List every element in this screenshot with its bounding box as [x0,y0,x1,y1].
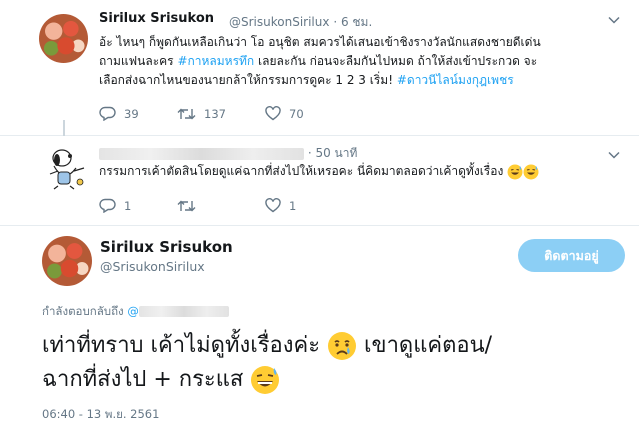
tweet-2[interactable]: · 50 นาที กรรมการเค้าตัดสินโดยดูแค่ฉากที… [0,136,639,226]
retweet-icon [177,108,196,119]
hashtag-link[interactable]: #กาหลมหรทึก [177,54,254,68]
retweet-count: 137 [204,106,226,121]
following-button[interactable]: ติดตามอยู่ [518,239,625,272]
like-icon [265,198,281,213]
redacted-name [99,147,304,160]
tweet-author-name[interactable]: Sirilux Srisukon [100,238,233,256]
replying-to-link[interactable]: @ [127,304,229,318]
retweet-button[interactable] [177,199,265,213]
tweet-text-segment: ถามแฟนละคร [99,54,178,68]
tweet-text-line: เท่าที่ทราบ เค้าไม่ดูทั้งเรื่องค่ะ เขาดู… [42,329,622,363]
tweet-text-line: อ้ะ ไหนๆ ก็พูดกันเหลือเกินว่า โอ อนุชิต … [99,35,541,49]
tweet-text-segment: เท่าที่ทราบ เค้าไม่ดูทั้งเรื่องค่ะ [42,333,328,358]
replying-to: กำลังตอบกลับถึง @ [42,303,229,321]
chevron-down-icon[interactable] [607,13,621,27]
like-count: 1 [289,198,297,213]
handle-text: @SrisukonSirilux [229,15,330,29]
tweet-author-row[interactable]: · 50 นาที [99,144,357,163]
reply-button[interactable]: 1 [99,198,177,213]
tweet-timestamp[interactable]: 06:40 - 13 พ.ย. 2561 [42,406,159,424]
retweet-icon [177,200,196,211]
tweet-text-segment: เลือกส่งฉากไหนของนายกล้าให้กรรมการดูคะ 1… [99,73,397,87]
redacted-handle [138,306,229,317]
avatar[interactable] [42,236,92,286]
tweet-actions: 39 137 70 [99,106,345,121]
tweet-text: เท่าที่ทราบ เค้าไม่ดูทั้งเรื่องค่ะ เขาดู… [42,329,622,397]
tweet-text-segment: ฉากที่ส่งไป + กระแส [42,367,251,392]
reply-count: 1 [124,198,132,213]
hashtag-link[interactable]: #ดาวนีไลน์มงกุฎเพชร [397,73,514,87]
avatar[interactable] [44,144,88,190]
tweet-author-handle[interactable]: @SrisukonSirilux [100,259,205,274]
tweet-text-line: ฉากที่ส่งไป + กระแส [42,363,622,397]
grinning-sweat-icon [507,164,523,179]
like-button[interactable]: 70 [265,106,345,121]
grinning-sweat-icon [523,164,539,179]
tweet-text: อ้ะ ไหนๆ ก็พูดกันเหลือเกินว่า โอ อนุชิต … [99,33,624,90]
tweet-text-segment: เขาดูแค่ตอน/ [357,333,493,358]
reply-icon [99,106,116,121]
tweet-text-segment: เลยละกัน ก่อนจะลืมกันไปหมด ถ้าให้ส่งเข้า… [254,54,538,68]
tweet-time[interactable]: · 50 นาที [308,146,358,160]
chevron-down-icon[interactable] [607,148,621,162]
replying-at-sign: @ [127,304,139,318]
tweet-text: กรรมการเค้าตัดสินโดยดูแค่ฉากที่ส่งไปให้เ… [99,162,624,181]
avatar[interactable] [39,14,88,63]
replying-label: กำลังตอบกลับถึง [42,304,128,318]
crying-face-icon [328,332,357,360]
tweet-time[interactable]: · 6 ชม. [333,15,372,29]
reply-icon [99,198,116,213]
like-count: 70 [289,106,304,121]
tweet-text-line: เลือกส่งฉากไหนของนายกล้าให้กรรมการดูคะ 1… [99,71,624,90]
reply-button[interactable]: 39 [99,106,177,121]
like-icon [265,106,281,121]
reply-count: 39 [124,106,139,121]
tweet-author-handle[interactable]: @SrisukonSirilux · 6 ชม. [229,13,372,32]
retweet-button[interactable]: 137 [177,107,265,121]
grinning-sweat-icon [251,366,280,394]
tweet-text-line: ถามแฟนละคร #กาหลมหรทึก เลยละกัน ก่อนจะลื… [99,52,624,71]
focused-tweet: Sirilux Srisukon @SrisukonSirilux ติดตาม… [0,226,639,426]
like-button[interactable]: 1 [265,198,345,213]
tweet-actions: 1 1 [99,198,345,213]
tweet-1[interactable]: Sirilux Srisukon @SrisukonSirilux · 6 ชม… [0,0,639,136]
snoopy-avatar-image [49,149,85,190]
tweet-author-name[interactable]: Sirilux Srisukon [99,11,214,26]
thread-connector [63,120,65,136]
tweet-text-segment: กรรมการเค้าตัดสินโดยดูแค่ฉากที่ส่งไปให้เ… [99,164,504,178]
